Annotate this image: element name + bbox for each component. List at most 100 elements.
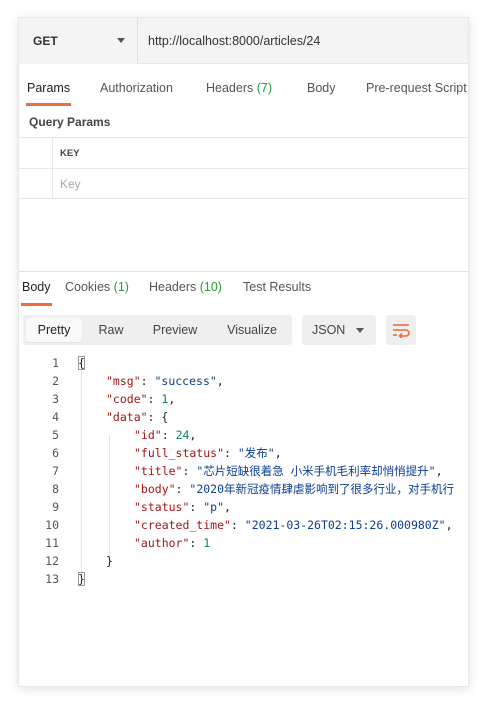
tab-cookies[interactable]: Cookies (1) [65, 280, 129, 304]
pretty-button[interactable]: Pretty [26, 318, 82, 342]
request-tabs: Params Authorization Headers (7) Body Pr… [19, 76, 468, 106]
line-code: "title": "芯片短缺很着急 小米手机毛利率却悄悄提升", [134, 462, 443, 480]
code-line: 8 "body": "2020年新冠疫情肆虐影响到了很多行业，对手机行 [19, 480, 468, 498]
json-key: "code" [106, 392, 148, 406]
tab-authorization[interactable]: Authorization [100, 76, 173, 106]
tab-count: (1) [113, 280, 129, 294]
json-punctuation: , [435, 464, 443, 478]
line-number: 8 [52, 482, 59, 496]
json-number: 24 [175, 428, 190, 442]
format-label: JSON [312, 323, 346, 337]
preview-button[interactable]: Preview [140, 318, 210, 342]
tab-label: Test Results [243, 280, 312, 294]
json-punctuation: : [230, 518, 245, 532]
pane-divider[interactable] [19, 271, 468, 272]
format-select[interactable]: JSON [302, 315, 376, 345]
line-number: 4 [52, 410, 59, 424]
code-line: 7 "title": "芯片短缺很着急 小米手机毛利率却悄悄提升", [19, 462, 468, 480]
line-number: 1 [52, 356, 59, 370]
line-number: 12 [45, 554, 59, 568]
url-bar: GET http://localhost:8000/articles/24 [19, 18, 468, 64]
json-key: "created_time" [134, 518, 231, 532]
line-number: 5 [52, 428, 59, 442]
line-code: "data": { [106, 408, 168, 426]
json-punctuation: } [78, 572, 85, 586]
json-punctuation: : [224, 446, 238, 460]
line-number: 6 [52, 446, 59, 460]
url-input[interactable]: http://localhost:8000/articles/24 [138, 18, 468, 63]
line-code: "full_status": "发布", [134, 444, 282, 462]
code-line: 9 "status": "p", [19, 498, 468, 516]
json-key: "full_status" [134, 446, 225, 460]
tab-params[interactable]: Params [25, 76, 72, 106]
view-mode-group: Pretty Raw Preview Visualize [23, 315, 292, 345]
json-number: 1 [203, 536, 211, 550]
line-number: 3 [52, 392, 59, 406]
tab-body[interactable]: Body [307, 76, 336, 106]
tab-label: Pre-request Script [366, 81, 467, 95]
query-params-title: Query Params [29, 115, 111, 129]
json-key: "title" [134, 464, 183, 478]
line-code: "author": 1 [134, 534, 210, 552]
method-select[interactable]: GET [19, 18, 138, 64]
json-punctuation: , [216, 374, 224, 388]
json-punctuation: , [274, 446, 282, 460]
line-code: "created_time": "2021-03-26T02:15:26.000… [134, 516, 453, 534]
tab-label: Authorization [100, 81, 173, 95]
postman-window: GET http://localhost:8000/articles/24 Pa… [18, 17, 469, 687]
raw-button[interactable]: Raw [86, 318, 136, 342]
column-header-key: KEY [60, 147, 80, 159]
line-code: "status": "p", [134, 498, 231, 516]
json-punctuation: } [106, 554, 113, 568]
row-gutter [19, 138, 53, 168]
code-line: 3 "code": 1, [19, 390, 468, 408]
tab-response-headers[interactable]: Headers (10) [149, 280, 222, 304]
url-text: http://localhost:8000/articles/24 [148, 33, 321, 48]
key-input[interactable]: Key [53, 169, 81, 198]
tab-label: Params [27, 81, 71, 95]
line-code: "body": "2020年新冠疫情肆虐影响到了很多行业，对手机行 [134, 480, 454, 498]
table-row: Key [19, 168, 468, 199]
row-gutter [19, 169, 53, 198]
tab-response-body[interactable]: Body [21, 280, 51, 306]
json-punctuation: { [78, 356, 85, 370]
method-label: GET [33, 34, 58, 48]
tab-pre-request-script[interactable]: Pre-request Script [366, 76, 467, 106]
response-tabs: Body Cookies (1) Headers (10) Test Resul… [19, 280, 468, 306]
tab-headers[interactable]: Headers (7) [206, 76, 272, 106]
code-line: 2 "msg": "success", [19, 372, 468, 390]
json-punctuation: : [140, 374, 155, 388]
wrap-lines-icon [393, 324, 410, 338]
json-key: "id" [134, 428, 162, 442]
tab-label: Cookies [65, 280, 111, 294]
chevron-down-icon [356, 328, 364, 333]
json-punctuation: : [161, 428, 176, 442]
line-code: "code": 1, [106, 390, 175, 408]
line-number: 10 [45, 518, 59, 532]
wrap-lines-button[interactable] [386, 315, 416, 345]
tab-label: Headers [206, 81, 254, 95]
line-code: } [106, 552, 113, 570]
json-punctuation: : [175, 482, 190, 496]
json-key: "status" [134, 500, 190, 514]
tab-test-results[interactable]: Test Results [243, 280, 311, 304]
line-number: 9 [52, 500, 59, 514]
json-punctuation: : [147, 392, 162, 406]
tab-count: (7) [256, 81, 273, 95]
json-string: "success" [154, 374, 217, 388]
code-line: 1{ [19, 354, 468, 372]
tab-label: Headers [149, 280, 197, 294]
visualize-button[interactable]: Visualize [214, 318, 290, 342]
chevron-down-icon [117, 38, 125, 43]
json-punctuation: , [168, 392, 176, 406]
line-number: 11 [45, 536, 59, 550]
json-punctuation: , [189, 428, 197, 442]
line-code: { [78, 354, 85, 372]
json-key: "msg" [106, 374, 141, 388]
json-string: "2020年新冠疫情肆虐影响到了很多行业，对手机行 [189, 482, 455, 496]
code-line: 11 "author": 1 [19, 534, 468, 552]
json-string: "芯片短缺很着急 小米手机毛利率却悄悄提升" [196, 464, 436, 478]
line-number: 13 [45, 572, 59, 586]
line-code: "msg": "success", [106, 372, 224, 390]
line-code: } [78, 570, 85, 588]
